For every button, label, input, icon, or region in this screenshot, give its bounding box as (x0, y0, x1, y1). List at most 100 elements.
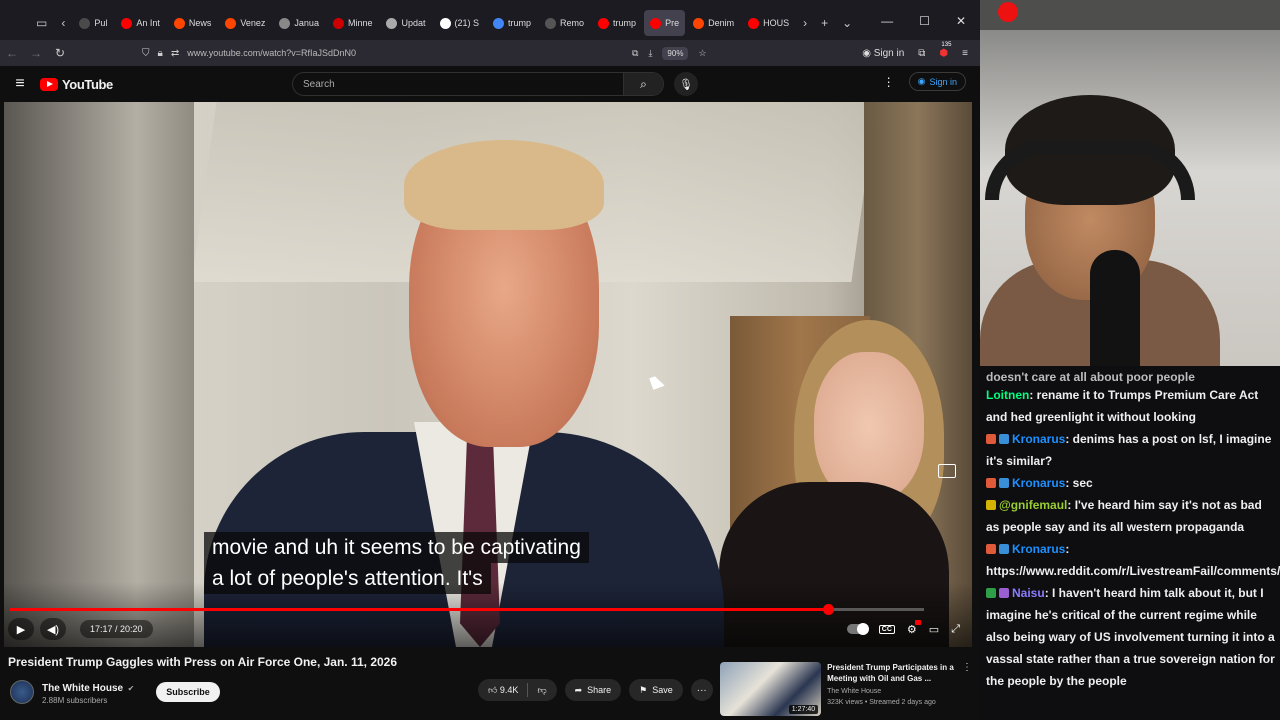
chat-message-text: : sec (1065, 476, 1093, 490)
recommended-thumbnail[interactable]: 1:27:40 (720, 662, 822, 716)
share-button[interactable]: ➦ Share (564, 679, 622, 701)
browser-tab[interactable]: An Int (115, 10, 166, 36)
tab-list-icon[interactable]: ▭ (30, 16, 53, 30)
voice-search-icon[interactable]: 🎙︎ (674, 72, 698, 96)
player-controls-right: CC ⚙ ▭ ⤢ (846, 619, 968, 636)
signin-button[interactable]: ◉ Sign in (908, 72, 966, 91)
permissions-icon[interactable]: ⇄ (171, 48, 179, 59)
recommended-title[interactable]: President Trump Participates in a Meetin… (827, 662, 956, 684)
chat-username[interactable]: Kronarus (1012, 476, 1065, 490)
channel-name[interactable]: The White House (42, 683, 123, 694)
minimize-icon[interactable]: — (881, 14, 893, 28)
search-input[interactable]: Search (293, 79, 623, 90)
more-actions-icon[interactable]: ··· (690, 679, 713, 701)
channel-avatar[interactable] (10, 679, 34, 704)
chat-message-partial: doesn't care at all about poor people (986, 370, 1195, 384)
settings-gear-icon[interactable]: ⚙ (907, 619, 921, 636)
captions-icon[interactable]: CC (878, 624, 895, 634)
youtube-logo[interactable]: YouTube (40, 77, 113, 92)
scroll-tabs-right-icon[interactable]: › (797, 16, 813, 30)
theater-mode-icon[interactable]: ▭ (929, 623, 939, 636)
close-icon[interactable]: ✕ (956, 14, 966, 28)
browser-tab-label: Minne (347, 18, 373, 28)
chat-username[interactable]: Kronarus (1012, 542, 1065, 556)
maximize-icon[interactable]: ☐ (919, 14, 930, 28)
search-icon[interactable]: ⌕ (623, 73, 663, 95)
browser-tab[interactable]: trump (592, 10, 642, 36)
lock-icon[interactable]: 🔒︎ (158, 48, 163, 59)
time-display: 17:17 / 20:20 (80, 620, 153, 638)
guide-menu-icon[interactable]: ≡ (0, 75, 40, 93)
browser-tab[interactable]: News (168, 10, 218, 36)
chat-username[interactable]: Kronarus (1012, 432, 1065, 446)
headphones-icon (985, 140, 1195, 200)
browser-tab[interactable]: trump (487, 10, 537, 36)
fullscreen-icon[interactable]: ⤢ (951, 623, 960, 636)
browser-tab-label: HOUS (763, 18, 790, 28)
video-player[interactable]: movie and uh it seems to be captivating … (4, 102, 972, 647)
browser-tab[interactable]: (21) S (434, 10, 486, 36)
progress-bar[interactable] (10, 604, 924, 615)
chat-messages: Loitnen: rename it to Trumps Premium Car… (986, 384, 1280, 692)
browser-tab[interactable]: Janua (273, 10, 325, 36)
save-button[interactable]: ⚑ Save (629, 679, 683, 701)
channel-row: The White House ✔ 2.88M subscribers Subs… (10, 678, 220, 705)
forward-icon[interactable]: → (24, 46, 48, 60)
video-title: President Trump Gaggles with Press on Ai… (8, 655, 398, 669)
menu-icon[interactable]: ≡ (962, 48, 968, 59)
bookmark-star-icon[interactable]: ☆ (698, 48, 706, 59)
new-tab-icon[interactable]: + (815, 16, 834, 30)
more-options-icon[interactable]: ⋮ (883, 75, 895, 89)
browser-tab[interactable]: Denim (687, 10, 740, 36)
browser-tab[interactable]: Minne (327, 10, 379, 36)
account-signin[interactable]: ◉ Sign in (862, 48, 904, 59)
thumbs-up-icon: 👍︎ (488, 684, 498, 695)
dislike-button[interactable]: 👎︎ (537, 685, 546, 696)
chat-badge-icon (986, 588, 996, 598)
tab-favicon-icon (545, 17, 557, 29)
chat-username[interactable]: @gnifemaul (999, 498, 1067, 512)
miniplayer-icon[interactable] (938, 464, 956, 478)
url-text[interactable]: www.youtube.com/watch?v=RfIaJSdDnN0 (187, 48, 356, 58)
tab-strip: Pul An Int News Venez Janua Minne Updat (21) S t… (73, 10, 795, 36)
address-bar[interactable]: ⛉ 🔒︎ ⇄ www.youtube.com/watch?v=RfIaJSdDn… (142, 43, 622, 63)
extension-badge[interactable]: ⬢ 135 (939, 42, 951, 59)
chat-username[interactable]: Naisu (1012, 586, 1045, 600)
like-button[interactable]: 👍︎ 9.4K (488, 685, 518, 696)
autoplay-toggle[interactable] (846, 623, 869, 635)
tab-favicon-icon (79, 17, 91, 29)
search-box[interactable]: Search ⌕ (292, 72, 664, 96)
browser-tab-label: Pul (94, 18, 108, 28)
header-right: ⋮ ◉ Sign in (883, 72, 966, 91)
back-icon[interactable]: ← (0, 46, 24, 60)
browser-tab-label: Denim (708, 18, 735, 28)
browser-tab[interactable]: HOUS (742, 10, 795, 36)
volume-icon[interactable]: ◀︎) (40, 618, 66, 640)
browser-tab[interactable]: Venez (219, 10, 271, 36)
reload-icon[interactable]: ↻ (48, 46, 72, 60)
browser-tab[interactable]: Pre (644, 10, 686, 36)
picture-in-picture-icon[interactable]: ⧉ (632, 48, 638, 59)
browser-tab-label: Pre (665, 18, 680, 28)
user-icon: ◉ (917, 76, 926, 86)
browser-tab[interactable]: Pul (73, 10, 113, 36)
browser-toolbar-right: ◉ Sign in ⧉ ⬢ 135 ≡ (862, 42, 980, 59)
extensions-icon[interactable]: ⧉ (918, 48, 925, 59)
scrubber-handle[interactable] (823, 604, 835, 615)
browser-tab-label: Remo (560, 18, 585, 28)
zoom-level[interactable]: 90% (662, 46, 689, 60)
browser-tab[interactable]: Updat (380, 10, 431, 36)
chat-username[interactable]: Loitnen (986, 388, 1029, 402)
download-icon[interactable]: ⤓ (648, 48, 652, 59)
recommended-video[interactable]: 1:27:40 President Trump Participates in … (720, 662, 972, 716)
youtube-header: ≡ YouTube Search ⌕ 🎙︎ ⋮ ◉ Sign in (0, 66, 976, 102)
recommended-more-icon[interactable]: ⋮ (962, 662, 972, 716)
chat-message: Kronarus: denims has a post on lsf, I im… (986, 428, 1276, 472)
browser-tab[interactable]: Remo (539, 10, 590, 36)
browser-tab-label: An Int (136, 18, 160, 28)
scroll-tabs-left-icon[interactable]: ‹ (55, 16, 71, 30)
play-icon[interactable]: ▶ (8, 618, 34, 640)
shield-icon[interactable]: ⛉ (142, 48, 150, 59)
subscribe-button[interactable]: Subscribe (156, 681, 220, 702)
chevron-down-icon[interactable]: ⌄ (836, 16, 858, 30)
